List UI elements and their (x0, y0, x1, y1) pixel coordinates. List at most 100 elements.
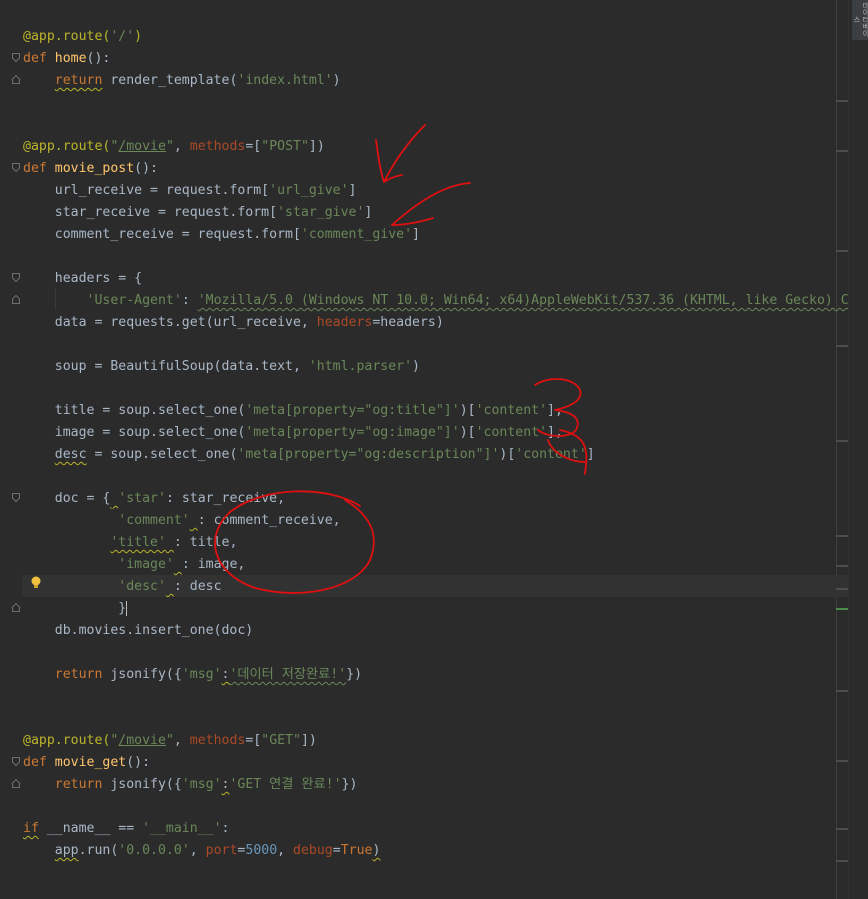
stripe-marker[interactable] (836, 250, 848, 252)
code-token: '0.0.0.0' (118, 843, 190, 858)
stripe-marker[interactable] (836, 150, 848, 152)
code-token: desc (54, 447, 87, 462)
code-token: render_template( (102, 73, 238, 88)
code-token: : (181, 293, 198, 308)
code-token: =[ (245, 139, 262, 154)
code-token: (): (134, 161, 158, 176)
code-token: }) (341, 777, 358, 792)
stripe-marker[interactable] (836, 345, 848, 347)
code-line[interactable]: url_receive = request.form['url_give'] (23, 180, 357, 202)
code-token: return (54, 777, 103, 792)
fold-close-icon[interactable] (12, 779, 20, 788)
code-token: 'image' (118, 557, 174, 572)
text-caret (126, 600, 128, 616)
code-line[interactable]: headers = { (23, 268, 142, 290)
code-token: jsonify({ (102, 667, 182, 682)
fold-open-icon[interactable] (12, 163, 20, 172)
code-token: " (165, 139, 174, 154)
code-token: __name__ == (38, 821, 143, 836)
stripe-marker[interactable] (836, 860, 848, 862)
fold-open-icon[interactable] (12, 53, 20, 62)
code-token: ) (134, 29, 143, 44)
code-token: jsonify({ (102, 777, 182, 792)
code-line[interactable]: doc = { 'star': star_receive, (23, 488, 285, 510)
code-token: @app.route( (23, 733, 111, 748)
code-token: "POST" (261, 139, 309, 154)
code-line[interactable]: @app.route("/movie", methods=["POST"]) (23, 136, 325, 158)
fold-close-icon[interactable] (12, 603, 20, 612)
code-token: ] (586, 447, 595, 462)
code-token: if (23, 821, 39, 836)
stripe-marker[interactable] (836, 760, 848, 762)
code-line[interactable]: 'User-Agent': 'Mozilla/5.0 (Windows NT 1… (23, 290, 848, 312)
fold-open-icon[interactable] (12, 493, 20, 502)
fold-close-icon[interactable] (12, 295, 20, 304)
stripe-marker[interactable] (836, 565, 848, 567)
code-token: @app.route( (23, 29, 111, 44)
code-token: '/' (110, 29, 135, 44)
code-line[interactable]: 'title' : title, (23, 532, 237, 554)
code-token: = soup.select_one( (86, 447, 238, 462)
code-line[interactable]: desc = soup.select_one('meta[property="o… (23, 444, 595, 466)
code-line[interactable]: 'comment' : comment_receive, (23, 510, 340, 532)
code-line[interactable]: return jsonify({'msg':'데이터 저장완료!'}) (23, 664, 362, 686)
code-line[interactable]: db.movies.insert_one(doc) (23, 620, 254, 642)
code-line[interactable]: def home(): (23, 48, 110, 70)
stripe-marker[interactable] (836, 535, 848, 537)
code-token: ) (372, 843, 381, 858)
code-line[interactable]: def movie_get(): (23, 752, 150, 774)
code-token: =headers) (372, 315, 444, 330)
code-token: star_receive = request.form[ (23, 205, 278, 220)
code-token: 'index.html' (237, 73, 333, 88)
code-token: ) (332, 73, 341, 88)
code-line[interactable]: star_receive = request.form['star_give'] (23, 202, 373, 224)
code-line[interactable]: 'image' : image, (23, 554, 245, 576)
code-token: 'content' (475, 425, 548, 440)
code-token: def (23, 51, 55, 66)
code-line[interactable]: 'desc' : desc (23, 576, 221, 598)
code-line[interactable]: return jsonify({'msg':'GET 연결 완료!'}) (23, 774, 358, 796)
fold-close-icon[interactable] (12, 75, 20, 84)
stripe-marker-change[interactable] (836, 608, 848, 610)
code-token: , (173, 139, 190, 154)
code-line[interactable]: app.run('0.0.0.0', port=5000, debug=True… (23, 840, 381, 862)
stripe-marker[interactable] (836, 440, 848, 442)
side-tab-label: 데이터베이스 (853, 1, 868, 37)
code-line[interactable]: @app.route("/movie", methods=["GET"]) (23, 730, 317, 752)
code-token: =[ (245, 733, 262, 748)
stripe-marker[interactable] (836, 588, 848, 590)
stripe-marker[interactable] (836, 828, 848, 830)
code-token: @app.route( (23, 139, 111, 154)
code-line[interactable]: return render_template('index.html') (23, 70, 341, 92)
code-line[interactable]: if __name__ == '__main__': (23, 818, 229, 840)
code-editor[interactable]: @app.route('/') def home(): return render… (0, 0, 848, 899)
code-token: def (23, 755, 55, 770)
code-line[interactable]: soup = BeautifulSoup(data.text, 'html.pa… (23, 356, 420, 378)
code-line[interactable]: } (23, 598, 128, 620)
code-line[interactable]: comment_receive = request.form['comment_… (23, 224, 420, 246)
code-line[interactable]: data = requests.get(url_receive, headers… (23, 312, 444, 334)
code-token: headers (316, 315, 373, 330)
code-token: image = soup.select_one( (23, 425, 246, 440)
code-token: 'GET 연결 완료!' (229, 777, 342, 792)
side-tool-tab[interactable]: 데이터베이스 (852, 0, 868, 40)
stripe-marker[interactable] (836, 100, 848, 102)
stripe-marker[interactable] (836, 690, 848, 692)
code-line[interactable]: @app.route('/') (23, 26, 142, 48)
fold-open-icon[interactable] (12, 273, 20, 282)
code-token: , (189, 843, 206, 858)
code-token: ] (348, 183, 357, 198)
code-line[interactable]: def movie_post(): (23, 158, 158, 180)
code-line[interactable]: title = soup.select_one('meta[property="… (23, 400, 563, 422)
error-stripe[interactable] (848, 0, 868, 899)
code-token: debug (293, 843, 333, 858)
code-line[interactable]: image = soup.select_one('meta[property="… (23, 422, 563, 444)
code-token: (): (86, 51, 111, 66)
fold-open-icon[interactable] (12, 757, 20, 766)
code-token: headers = { (23, 271, 143, 286)
